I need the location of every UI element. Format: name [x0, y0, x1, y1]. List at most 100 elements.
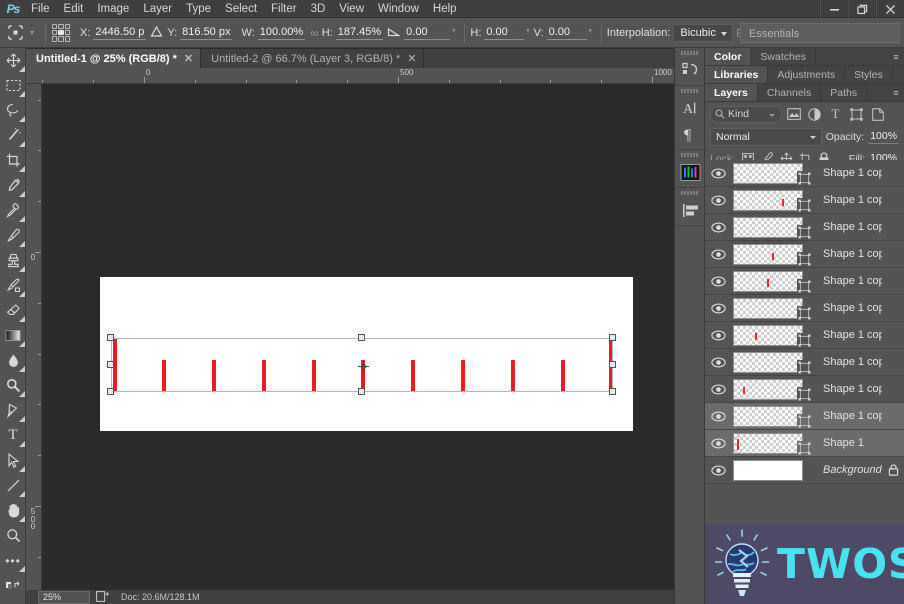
menu-help[interactable]: Help	[426, 0, 464, 18]
filter-shape-layers-icon[interactable]	[847, 105, 866, 124]
layer-name[interactable]: Shape 1 copy 3	[823, 356, 882, 368]
vector-mask-thumbnail[interactable]	[797, 440, 812, 456]
eraser-tool[interactable]	[0, 298, 26, 323]
layer-name[interactable]: Shape 1 copy 4	[823, 329, 882, 341]
line-shape-tool[interactable]	[0, 473, 26, 498]
close-button[interactable]	[876, 0, 904, 18]
layer-visibility-toggle[interactable]	[705, 214, 732, 241]
opacity-field[interactable]: 100%	[868, 130, 899, 144]
brush-tool[interactable]	[0, 223, 26, 248]
eyedropper-tool[interactable]	[0, 173, 26, 198]
transform-handle-bottom-left[interactable]	[107, 388, 114, 395]
layer-name[interactable]: Shape 1 copy	[823, 410, 882, 422]
filter-pixel-layers-icon[interactable]	[784, 105, 803, 124]
zoom-tool[interactable]	[0, 523, 26, 548]
layer-visibility-toggle[interactable]	[705, 322, 732, 349]
transform-handle-middle-left[interactable]	[107, 361, 114, 368]
menu-layer[interactable]: Layer	[136, 0, 179, 18]
layer-visibility-toggle[interactable]	[705, 430, 732, 457]
menu-3d[interactable]: 3D	[304, 0, 333, 18]
document-tab-close-icon[interactable]: ✕	[184, 52, 193, 65]
layer-name[interactable]: Shape 1 copy 9	[823, 194, 882, 206]
vector-mask-thumbnail[interactable]	[797, 197, 812, 213]
align-panel-icon[interactable]	[675, 197, 706, 223]
tab-channels[interactable]: Channels	[758, 84, 822, 101]
layer-thumbnail[interactable]	[733, 405, 812, 429]
layers-list[interactable]: Shape 1 copy 10 Shape 1 copy 9 Shape 1 cop…	[705, 160, 904, 570]
filter-smart-objects-icon[interactable]	[868, 105, 887, 124]
layers-panel-menu-icon[interactable]: ≡	[888, 84, 904, 101]
layer-name[interactable]: Shape 1 copy 8	[823, 221, 882, 233]
y-position-field[interactable]: 816.50 px	[180, 26, 233, 40]
filter-adjustment-layers-icon[interactable]	[805, 105, 824, 124]
layer-row[interactable]: Shape 1 copy 2	[705, 376, 904, 403]
layer-thumbnail[interactable]	[733, 189, 812, 213]
layer-filter-kind-select[interactable]: Kind	[710, 105, 782, 123]
layer-row[interactable]: Shape 1 copy	[705, 403, 904, 430]
layer-row[interactable]: Shape 1 copy 6	[705, 268, 904, 295]
history-panel-icon[interactable]	[675, 57, 706, 83]
menu-edit[interactable]: Edit	[57, 0, 91, 18]
x-position-field[interactable]: 2446.50 p	[93, 26, 147, 40]
color-panel-menu-icon[interactable]: ≡	[888, 48, 904, 65]
restore-button[interactable]	[848, 0, 876, 18]
transform-handle-bottom-right[interactable]	[609, 388, 616, 395]
transform-handle-bottom-center[interactable]	[358, 388, 365, 395]
menu-view[interactable]: View	[332, 0, 371, 18]
document-tab-close-icon[interactable]: ✕	[407, 52, 416, 65]
menu-filter[interactable]: Filter	[264, 0, 304, 18]
layer-name[interactable]: Shape 1 copy 6	[823, 275, 882, 287]
layer-visibility-toggle[interactable]	[705, 349, 732, 376]
layer-thumbnail[interactable]	[733, 297, 812, 321]
tool-preset-caret-icon[interactable]: ▾	[28, 28, 40, 37]
tab-swatches[interactable]: Swatches	[751, 48, 816, 65]
vector-mask-thumbnail[interactable]	[797, 251, 812, 267]
vertical-ruler[interactable]: 15001000500050010001500200025003000	[26, 84, 42, 604]
vector-mask-thumbnail[interactable]	[797, 332, 812, 348]
layer-visibility-toggle[interactable]	[705, 241, 732, 268]
panel-grip[interactable]	[675, 48, 704, 57]
layer-visibility-toggle[interactable]	[705, 403, 732, 430]
interpolation-select[interactable]: Bicubic	[673, 23, 733, 42]
tab-color[interactable]: Color	[705, 48, 752, 65]
layer-visibility-toggle[interactable]	[705, 160, 732, 187]
layer-name[interactable]: Shape 1 copy 2	[823, 383, 882, 395]
transform-handle-middle-right[interactable]	[609, 361, 616, 368]
layer-row[interactable]: Shape 1 copy 10	[705, 160, 904, 187]
blend-mode-select[interactable]: Normal	[710, 128, 822, 146]
document-tab-untitled-2[interactable]: Untitled-2 @ 66.7% (Layer 3, RGB/8) * ✕	[201, 49, 425, 68]
minimize-button[interactable]	[820, 0, 848, 18]
layer-thumbnail[interactable]	[733, 162, 812, 186]
gradient-tool[interactable]	[0, 323, 26, 348]
layer-row[interactable]: Shape 1	[705, 430, 904, 457]
history-brush-tool[interactable]	[0, 273, 26, 298]
status-doc-icon[interactable]	[90, 590, 115, 604]
tab-paths[interactable]: Paths	[821, 84, 868, 101]
menu-type[interactable]: Type	[179, 0, 218, 18]
tab-styles[interactable]: Styles	[845, 66, 893, 83]
width-field[interactable]: 100.00%	[257, 26, 306, 40]
paragraph-panel-icon[interactable]: ¶	[675, 121, 706, 147]
layer-thumbnail[interactable]	[733, 378, 812, 402]
hand-tool[interactable]	[0, 498, 26, 523]
quick-selection-tool[interactable]	[0, 123, 26, 148]
tab-libraries[interactable]: Libraries	[705, 66, 769, 83]
layer-thumbnail[interactable]	[733, 216, 812, 240]
transform-handle-top-left[interactable]	[107, 334, 114, 341]
spot-healing-brush-tool[interactable]	[0, 198, 26, 223]
crop-tool[interactable]	[0, 148, 26, 173]
vector-mask-thumbnail[interactable]	[797, 170, 812, 186]
vector-mask-thumbnail[interactable]	[797, 278, 812, 294]
filter-type-layers-icon[interactable]: T	[826, 105, 845, 124]
layer-visibility-toggle[interactable]	[705, 295, 732, 322]
layer-visibility-toggle[interactable]	[705, 457, 732, 484]
layer-thumbnail[interactable]	[733, 351, 812, 375]
layer-name[interactable]: Shape 1 copy 7	[823, 248, 882, 260]
layer-row[interactable]: Shape 1 copy 3	[705, 349, 904, 376]
transform-handle-top-right[interactable]	[609, 334, 616, 341]
panel-grip[interactable]	[675, 188, 704, 197]
dodge-tool[interactable]	[0, 373, 26, 398]
layer-row[interactable]: Shape 1 copy 8	[705, 214, 904, 241]
workspace-switcher[interactable]: Essentials	[740, 23, 900, 43]
histogram-panel-icon[interactable]	[675, 159, 706, 185]
